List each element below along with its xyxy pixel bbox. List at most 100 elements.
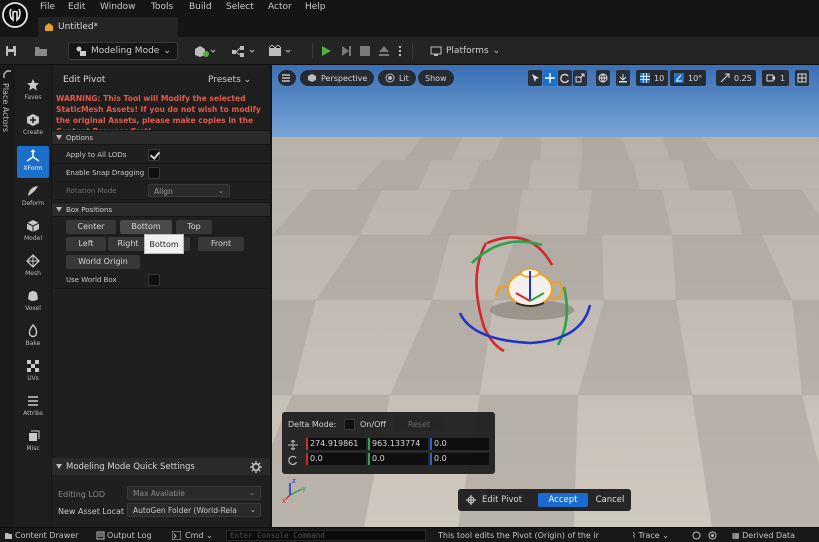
cube-icon	[308, 74, 316, 82]
rotation-mode-dropdown[interactable]: Align ⌄	[148, 184, 230, 197]
bottom-button[interactable]: Bottom	[120, 220, 172, 234]
delta-mode-checkbox[interactable]	[344, 419, 355, 430]
tool-category-faves[interactable]: Faves	[17, 75, 49, 107]
presets-dropdown[interactable]: Presets ⌄	[208, 75, 251, 85]
right-button[interactable]: Right	[108, 237, 148, 251]
tool-category-create[interactable]: Create	[17, 110, 49, 142]
tool-label: UVs	[27, 375, 39, 382]
place-actors-strip[interactable]: Place Actors	[0, 65, 15, 527]
level-viewport[interactable]: x y z Perspective Lit Show 10 10° 0.25 1…	[272, 65, 819, 527]
new-asset-location-dropdown[interactable]: AutoGen Folder (World-Rela ⌄	[127, 503, 261, 517]
perspective-label: Perspective	[321, 73, 368, 83]
menu-select[interactable]: Select	[226, 2, 254, 12]
menu-window[interactable]: Window	[100, 2, 136, 12]
box-positions-section-header[interactable]: Box Positions	[52, 202, 270, 217]
perspective-button[interactable]: Perspective	[300, 70, 375, 86]
translate-y-field[interactable]: 963.133774	[368, 438, 428, 450]
modeling-mode-dropdown[interactable]: Modeling Mode ⌄	[68, 42, 178, 60]
left-button[interactable]: Left	[66, 237, 106, 251]
reset-button[interactable]: Reset	[394, 418, 444, 431]
surface-snap-icon[interactable]	[616, 70, 630, 86]
unreal-logo-icon[interactable]	[1, 1, 31, 35]
world-origin-button[interactable]: World Origin	[66, 255, 140, 269]
apply-all-lods-checkbox[interactable]	[148, 149, 160, 161]
trace-dropdown[interactable]: ⌇ Trace ⌄	[632, 531, 669, 540]
tool-category-bake[interactable]: Bake	[17, 321, 49, 353]
menu-actor[interactable]: Actor	[268, 2, 292, 12]
rotate-z-field[interactable]: 0.0	[430, 453, 489, 465]
menu-help[interactable]: Help	[305, 2, 326, 12]
tool-label: Bake	[25, 340, 41, 347]
rotate-mode-icon[interactable]	[558, 70, 572, 86]
tool-category-voxel[interactable]: Voxel	[17, 286, 49, 318]
blueprint-icon[interactable]	[231, 42, 257, 60]
viewport-options-button[interactable]	[278, 70, 296, 86]
tool-category-misc[interactable]: Misc	[17, 426, 49, 458]
delta-mode-label: Delta Mode:	[288, 420, 337, 429]
stop-icon	[360, 46, 370, 56]
tool-category-uvs[interactable]: UVs	[17, 356, 49, 388]
menu-file[interactable]: File	[40, 2, 55, 12]
axis-z-label: z	[292, 477, 296, 485]
collapse-icon[interactable]	[3, 70, 12, 79]
add-actor-icon[interactable]	[194, 42, 216, 60]
content-drawer-button[interactable]: Content Drawer	[15, 531, 78, 540]
rotation-snap-value: 10°	[688, 73, 703, 83]
translate-mode-icon[interactable]	[543, 70, 557, 86]
play-button[interactable]	[320, 42, 332, 60]
cinematics-icon[interactable]	[268, 42, 294, 60]
content-drawer-icon	[5, 533, 12, 539]
tab-untitled[interactable]: Untitled*	[38, 17, 178, 37]
deform-icon	[28, 186, 38, 196]
gear-icon[interactable]	[250, 461, 262, 473]
maximize-viewport-icon[interactable]	[795, 70, 809, 86]
accept-button[interactable]: Accept	[538, 493, 588, 507]
show-button[interactable]: Show	[418, 70, 454, 86]
tool-category-model[interactable]: Model	[17, 216, 49, 248]
output-log-button[interactable]: Output Log	[107, 531, 152, 540]
select-mode-icon[interactable]	[528, 70, 542, 86]
tool-category-deform[interactable]: Deform	[17, 181, 49, 213]
translate-x-field[interactable]: 274.919861	[306, 438, 366, 450]
tool-category-attribs[interactable]: Attribs	[17, 391, 49, 423]
play-options-icon[interactable]	[398, 42, 402, 60]
source-control-icon[interactable]	[692, 531, 701, 540]
editing-lod-dropdown[interactable]: Max Available ⌄	[127, 486, 261, 500]
tool-label: Faves	[24, 94, 42, 101]
translate-z-field[interactable]: 0.0	[430, 438, 489, 450]
delta-transform-panel: Delta Mode: On/Off Reset 274.919861 963.…	[282, 412, 495, 474]
grid-snap-button[interactable]: 10	[636, 70, 669, 86]
top-button[interactable]: Top	[176, 220, 212, 234]
content-browse-icon[interactable]	[34, 42, 48, 60]
stop-button[interactable]	[360, 42, 370, 60]
tool-category-mesh[interactable]: Mesh	[17, 251, 49, 283]
tool-category-xform[interactable]: XForm	[17, 146, 49, 178]
rotation-snap-button[interactable]: 10°	[670, 70, 707, 86]
center-button[interactable]: Center	[66, 220, 116, 234]
lit-button[interactable]: Lit	[378, 70, 416, 86]
use-world-box-checkbox[interactable]	[148, 274, 160, 286]
camera-speed-button[interactable]: 1	[762, 70, 790, 86]
front-button[interactable]: Front	[198, 237, 244, 251]
rotate-y-field[interactable]: 0.0	[368, 453, 428, 465]
menu-build[interactable]: Build	[189, 2, 212, 12]
cancel-button[interactable]: Cancel	[590, 493, 630, 507]
rotate-x-field[interactable]: 0.0	[306, 453, 366, 465]
platforms-dropdown[interactable]: Platforms ⌄	[430, 42, 500, 60]
eject-button[interactable]	[378, 42, 390, 60]
scale-snap-button[interactable]: 0.25	[716, 70, 756, 86]
menu-tools[interactable]: Tools	[151, 2, 173, 12]
menu-edit[interactable]: Edit	[68, 2, 85, 12]
step-button[interactable]	[340, 42, 352, 60]
console-input[interactable]: Enter Console Command	[226, 530, 426, 541]
notifications-icon[interactable]	[708, 531, 717, 540]
quick-settings-header[interactable]: Modeling Mode Quick Settings	[52, 458, 270, 475]
save-icon[interactable]	[5, 42, 17, 60]
derived-data-button[interactable]: ▦ Derived Data	[732, 531, 795, 540]
cmd-dropdown[interactable]: Cmd ⌄	[185, 531, 213, 540]
world-space-icon[interactable]	[596, 70, 610, 86]
scale-mode-icon[interactable]	[573, 70, 587, 86]
options-section-header[interactable]: Options	[52, 130, 270, 145]
chevron-down-icon: ⌄	[217, 186, 224, 195]
snap-dragging-checkbox[interactable]	[148, 167, 160, 179]
